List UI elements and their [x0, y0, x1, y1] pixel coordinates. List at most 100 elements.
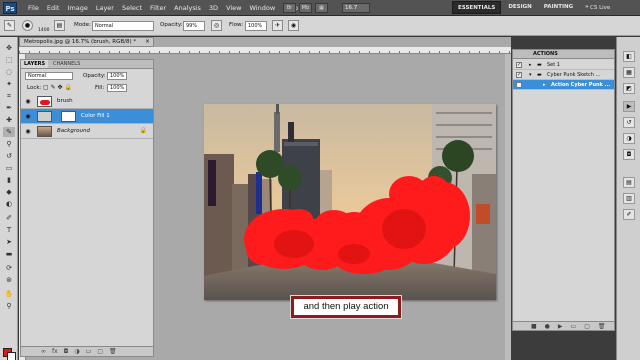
workspace-essentials-button[interactable]: ESSENTIALS: [452, 1, 502, 14]
airbrush-icon[interactable]: ✈: [272, 20, 283, 31]
3d-orbit-tool-icon[interactable]: ⊛: [3, 275, 15, 285]
new-action-icon[interactable]: ▢: [584, 323, 590, 330]
zoom-tool-icon[interactable]: ⚲: [3, 301, 15, 311]
expand-triangle-icon[interactable]: ▸: [543, 82, 546, 88]
3d-rotate-tool-icon[interactable]: ⟳: [3, 263, 15, 273]
layer-row-background[interactable]: ◉ Background 🔒: [21, 124, 153, 139]
clone-stamp-tool-icon[interactable]: ⚲: [3, 139, 15, 149]
close-document-icon[interactable]: ×: [145, 38, 150, 46]
brush-panel-icon[interactable]: ▤: [54, 20, 65, 31]
paths-dock-icon[interactable]: ✐: [623, 209, 635, 220]
link-layers-icon[interactable]: ∞: [41, 348, 46, 355]
menu-window[interactable]: Window: [246, 0, 280, 16]
menu-image[interactable]: Image: [63, 0, 91, 16]
horizontal-ruler[interactable]: [19, 47, 511, 54]
new-layer-icon[interactable]: ▢: [97, 348, 103, 355]
cs-live-button[interactable]: CS Live: [590, 1, 610, 15]
history-panel-icon[interactable]: ↺: [623, 117, 635, 128]
menu-file[interactable]: File: [24, 0, 43, 16]
bridge-icon[interactable]: Br: [283, 3, 296, 13]
shape-tool-icon[interactable]: ▬: [3, 249, 15, 259]
mini-bridge-icon[interactable]: Mb: [299, 3, 312, 13]
flow-field[interactable]: 100%: [245, 21, 267, 31]
layer-row-brush[interactable]: ◉ brush: [21, 94, 153, 109]
toggle-checkbox-icon[interactable]: ✓: [516, 62, 522, 68]
swatches-panel-icon[interactable]: ▦: [623, 67, 635, 78]
adjustment-layer-icon[interactable]: ◑: [74, 348, 79, 355]
tab-channels[interactable]: CHANNELS: [50, 60, 83, 68]
delete-layer-icon[interactable]: 🗑: [109, 348, 117, 355]
type-tool-icon[interactable]: T: [3, 225, 15, 235]
background-color-swatch[interactable]: [7, 352, 16, 360]
expand-triangle-icon[interactable]: ▾: [529, 72, 532, 78]
channels-dock-icon[interactable]: ▥: [623, 193, 635, 204]
eyedropper-tool-icon[interactable]: ✒: [3, 103, 15, 113]
stop-icon[interactable]: ■: [531, 323, 537, 330]
add-mask-icon[interactable]: ◘: [64, 348, 69, 355]
action-row-sketch[interactable]: ✓ ▾ ▬ Cyber Punk Sketch ...: [513, 70, 614, 80]
pen-tool-icon[interactable]: ✐: [3, 213, 15, 223]
color-panel-icon[interactable]: ◧: [623, 51, 635, 62]
pressure-size-icon[interactable]: ◉: [288, 20, 299, 31]
workspace-design-button[interactable]: DESIGN: [503, 1, 536, 14]
fill-field[interactable]: 100%: [107, 84, 127, 92]
eraser-tool-icon[interactable]: ▭: [3, 163, 15, 173]
masks-panel-icon[interactable]: ◘: [623, 149, 635, 160]
mode-select[interactable]: Normal: [92, 21, 154, 31]
play-icon[interactable]: ▶: [558, 323, 563, 330]
toggle-checkbox-icon[interactable]: ✓: [516, 82, 522, 88]
workspace-painting-button[interactable]: PAINTING: [539, 1, 578, 14]
zoom-level-select[interactable]: 16.7: [342, 3, 370, 13]
record-icon[interactable]: ●: [545, 323, 550, 330]
new-set-icon[interactable]: ▭: [571, 323, 577, 330]
brush-picker-icon[interactable]: ●: [22, 20, 33, 31]
visibility-eye-icon[interactable]: ◉: [24, 113, 32, 120]
action-row-cyber-punk[interactable]: ✓ ▸ Action Cyber Punk ...: [513, 80, 614, 90]
tab-layers[interactable]: LAYERS: [21, 60, 49, 68]
visibility-eye-icon[interactable]: ◉: [24, 128, 32, 135]
lock-icons[interactable]: ▢ ✎ ✥ 🔒: [43, 84, 72, 91]
path-selection-tool-icon[interactable]: ➤: [3, 237, 15, 247]
document-tab[interactable]: Metropolis.jpg @ 16.7% (brush, RGB/8) * …: [19, 37, 154, 47]
layer-style-icon[interactable]: fx: [52, 348, 58, 355]
move-tool-icon[interactable]: ✥: [3, 43, 15, 53]
menu-edit[interactable]: Edit: [43, 0, 64, 16]
menu-analysis[interactable]: Analysis: [170, 0, 205, 16]
action-row-set[interactable]: ✓ ▸ ▬ Set 1: [513, 60, 614, 70]
brush-tool-preset-icon[interactable]: ✎: [4, 20, 15, 31]
healing-brush-tool-icon[interactable]: ✚: [3, 115, 15, 125]
blur-tool-icon[interactable]: ◆: [3, 187, 15, 197]
marquee-tool-icon[interactable]: ⬚: [3, 55, 15, 65]
expand-triangle-icon[interactable]: ▸: [529, 62, 532, 68]
menu-3d[interactable]: 3D: [205, 0, 222, 16]
opacity-field[interactable]: 99%: [183, 21, 205, 31]
pressure-opacity-icon[interactable]: ◎: [211, 20, 222, 31]
toggle-checkbox-icon[interactable]: ✓: [516, 72, 522, 78]
photo-canvas[interactable]: [204, 104, 496, 300]
gradient-tool-icon[interactable]: ▮: [3, 175, 15, 185]
crop-tool-icon[interactable]: ⌗: [3, 91, 15, 101]
layers-dock-icon[interactable]: ▤: [623, 177, 635, 188]
menu-view[interactable]: View: [222, 0, 245, 16]
styles-panel-icon[interactable]: ◩: [623, 83, 635, 94]
history-brush-tool-icon[interactable]: ↺: [3, 151, 15, 161]
adjustments-panel-icon[interactable]: ◑: [623, 133, 635, 144]
new-group-icon[interactable]: ▭: [86, 348, 92, 355]
menu-layer[interactable]: Layer: [92, 0, 118, 16]
hand-tool-icon[interactable]: ✋: [3, 289, 15, 299]
visibility-eye-icon[interactable]: ◉: [24, 98, 32, 105]
delete-action-icon[interactable]: 🗑: [598, 323, 606, 330]
layer-row-color-fill[interactable]: ◉ Color Fill 1: [21, 109, 153, 124]
quick-selection-tool-icon[interactable]: ✦: [3, 79, 15, 89]
layer-opacity-field[interactable]: 100%: [107, 72, 127, 80]
view-extras-icon[interactable]: ▦: [315, 3, 328, 13]
vertical-scrollbar[interactable]: [505, 54, 511, 360]
actions-panel-title[interactable]: ACTIONS: [513, 50, 614, 59]
dodge-tool-icon[interactable]: ◐: [3, 199, 15, 209]
brush-tool-icon[interactable]: ✎: [3, 127, 15, 137]
lasso-tool-icon[interactable]: ◌: [3, 67, 15, 77]
menu-filter[interactable]: Filter: [146, 0, 170, 16]
menu-select[interactable]: Select: [118, 0, 146, 16]
actions-panel-icon[interactable]: ▶: [623, 101, 635, 112]
blend-mode-select[interactable]: Normal: [25, 72, 73, 80]
